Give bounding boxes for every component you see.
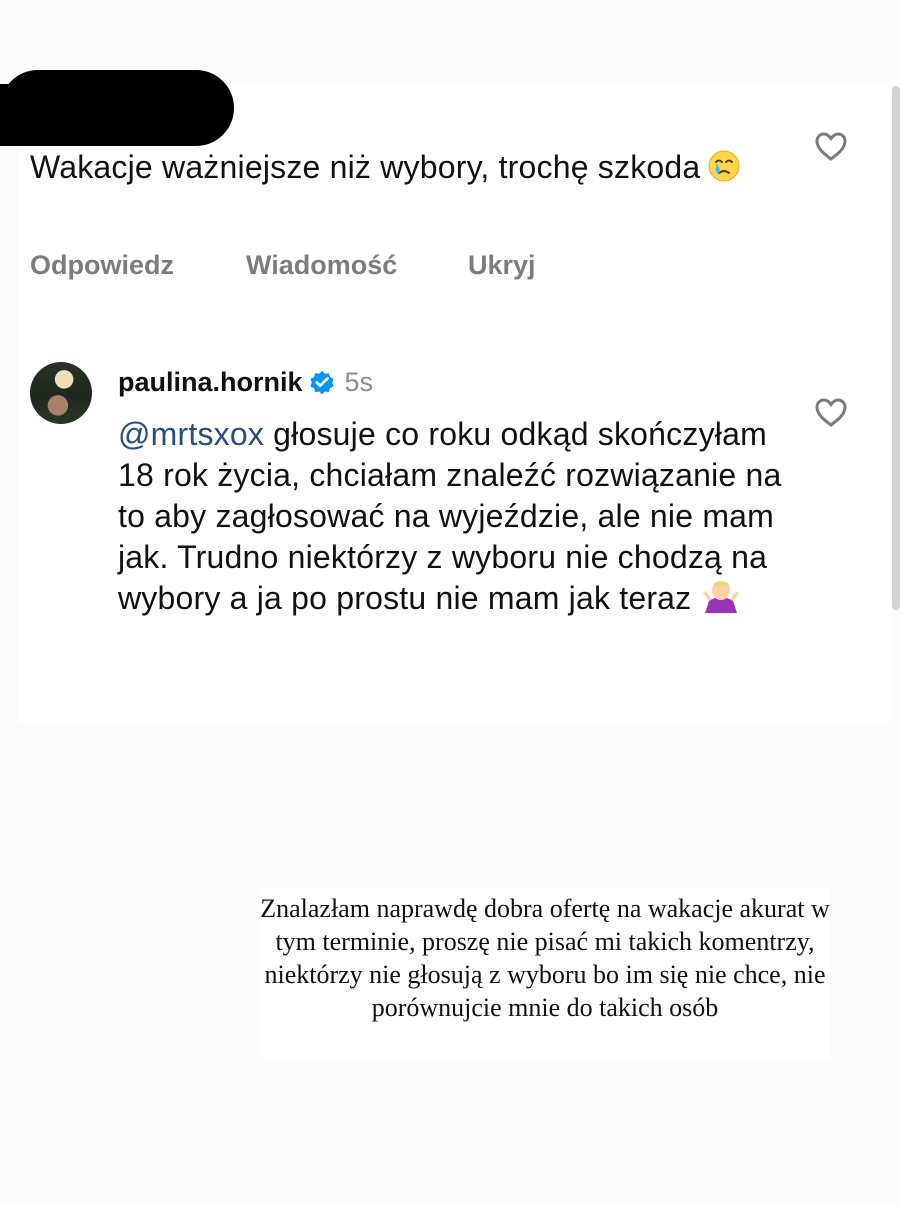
crying-face-icon bbox=[708, 150, 740, 182]
message-action[interactable]: Wiadomość bbox=[246, 250, 397, 281]
verified-badge-icon bbox=[309, 369, 335, 395]
reply-action[interactable]: Odpowiedz bbox=[30, 250, 174, 281]
reply-header: paulina.hornik 5s bbox=[118, 367, 373, 398]
avatar[interactable] bbox=[30, 362, 92, 424]
like-first-comment-icon[interactable] bbox=[814, 132, 848, 162]
story-note-box: Znalazłam naprawdę dobra ofertę na wakac… bbox=[260, 887, 830, 1059]
story-note-text: Znalazłam naprawdę dobra ofertę na wakac… bbox=[260, 894, 830, 1022]
first-comment-body: Wakacje ważniejsze niż wybory, trochę sz… bbox=[30, 149, 701, 185]
hide-action[interactable]: Ukryj bbox=[468, 250, 536, 281]
like-reply-icon[interactable] bbox=[814, 398, 848, 428]
redacted-author-mark bbox=[0, 70, 234, 146]
first-comment-text: Wakacje ważniejsze niż wybory, trochę sz… bbox=[30, 146, 750, 188]
shrugging-woman-icon bbox=[699, 579, 743, 613]
reply-text: @mrtsxox głosuje co roku odkąd skończyła… bbox=[118, 414, 808, 619]
comment-time: 5s bbox=[344, 367, 374, 397]
mention-link[interactable]: @mrtsxox bbox=[118, 416, 264, 452]
username[interactable]: paulina.hornik bbox=[118, 367, 303, 397]
scrollbar[interactable] bbox=[892, 86, 900, 610]
